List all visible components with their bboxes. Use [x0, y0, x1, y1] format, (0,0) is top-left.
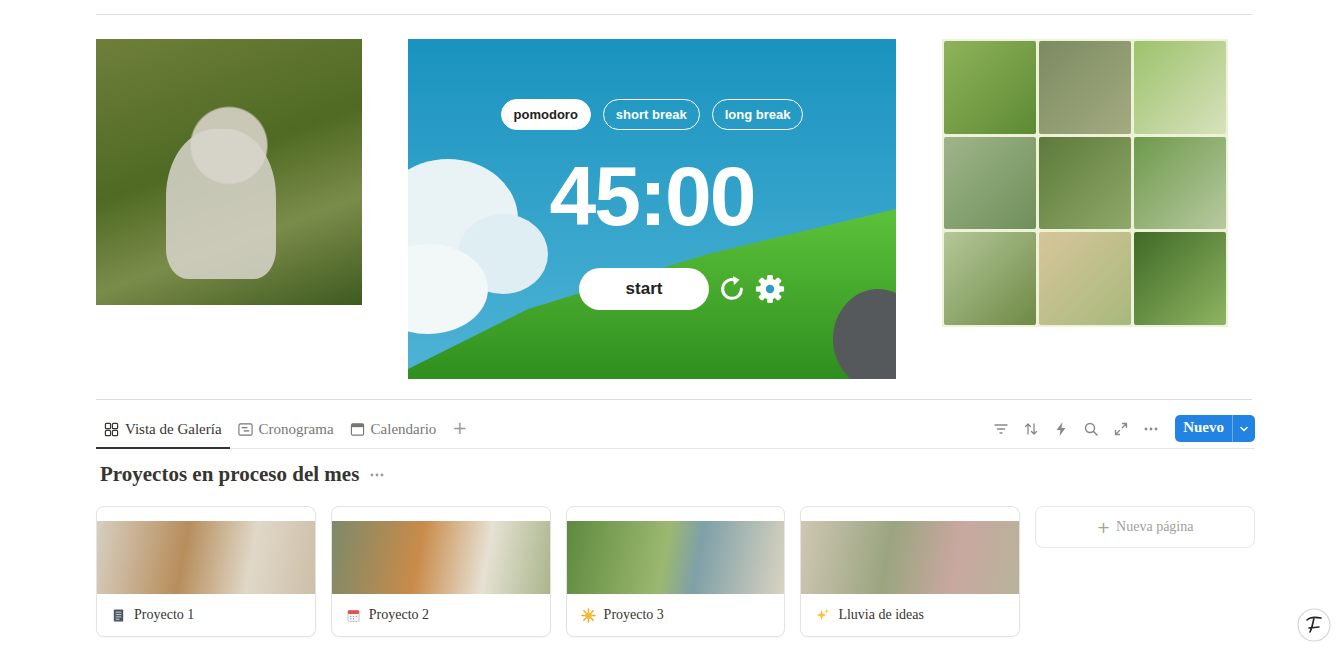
database-title[interactable]: Proyectos en proceso del mes [100, 461, 359, 488]
mosaic-tile [1039, 41, 1131, 134]
new-page-label: Nueva página [1116, 519, 1193, 535]
toolbar: Nuevo [993, 415, 1255, 448]
page: pomodoro short break long break 45:00 start V… [0, 0, 1342, 669]
timeline-icon [238, 422, 253, 437]
chevron-down-icon[interactable] [1238, 423, 1250, 435]
view-tab[interactable]: Vista de Galería [96, 415, 230, 449]
divider [96, 14, 1252, 15]
mosaic-tile [1039, 137, 1131, 230]
sun-icon [581, 608, 596, 623]
sparkles-icon [815, 608, 830, 623]
card-title: Lluvia de ideas [838, 607, 924, 623]
card-body: Proyecto 2 [332, 594, 550, 636]
reset-icon[interactable] [717, 274, 747, 304]
database-title-row: Proyectos en proceso del mes [96, 461, 1255, 488]
media-row: pomodoro short break long break 45:00 start [96, 39, 1255, 379]
calendar-icon [346, 608, 361, 623]
search-icon[interactable] [1083, 421, 1099, 437]
new-dropdown-button[interactable] [1232, 415, 1255, 442]
help-button[interactable] [1296, 607, 1332, 643]
new-button-label[interactable]: Nuevo [1175, 415, 1232, 442]
timer-display: 45:00 [550, 154, 755, 238]
view-bar: Vista de Galería Cronograma Calendario + Nue… [96, 415, 1255, 449]
gallery-card[interactable]: Proyecto 3 [566, 506, 786, 637]
gallery-card[interactable]: Proyecto 2 [331, 506, 551, 637]
mode-tab[interactable]: pomodoro [501, 99, 591, 130]
timer-controls: start [579, 268, 785, 310]
gear-icon[interactable] [755, 274, 785, 304]
notepad-icon [111, 608, 126, 623]
card-cover [567, 521, 785, 594]
mosaic-tile [1134, 232, 1226, 325]
mosaic-tile [944, 137, 1036, 230]
view-label: Cronograma [259, 421, 334, 438]
more-icon[interactable] [369, 467, 385, 483]
card-body: Proyecto 3 [567, 594, 785, 636]
calendar-icon [350, 422, 365, 437]
mode-tabs: pomodoro short break long break [501, 99, 804, 130]
start-button[interactable]: start [579, 268, 709, 310]
plus-symbol: + [1097, 518, 1110, 537]
card-title: Proyecto 3 [604, 607, 664, 623]
gallery-card[interactable]: Lluvia de ideas [800, 506, 1020, 637]
lightning-icon[interactable] [1053, 421, 1069, 437]
card-cover [332, 521, 550, 594]
statue-photo [96, 39, 362, 305]
view-tab[interactable]: Cronograma [230, 415, 342, 449]
mosaic-tile [1134, 137, 1226, 230]
card-cover [801, 521, 1019, 594]
view-label: Calendario [371, 421, 437, 438]
mode-tab[interactable]: short break [603, 99, 700, 130]
card-cover [97, 521, 315, 594]
mosaic-tile [944, 41, 1036, 134]
pomodoro-widget: pomodoro short break long break 45:00 start [408, 39, 896, 379]
mosaic-tile [944, 232, 1036, 325]
expand-icon[interactable] [1113, 421, 1129, 437]
view-label: Vista de Galería [125, 421, 222, 438]
mosaic-tile [1134, 41, 1226, 134]
divider [96, 399, 1252, 400]
more-icon[interactable] [1143, 421, 1159, 437]
gallery-icon [104, 422, 119, 437]
card-title: Proyecto 1 [134, 607, 194, 623]
gallery-card[interactable]: Proyecto 1 [96, 506, 316, 637]
sort-icon[interactable] [1023, 421, 1039, 437]
filter-icon[interactable] [993, 421, 1009, 437]
mosaic-tile [1039, 232, 1131, 325]
new-page-card[interactable]: + Nueva página [1035, 506, 1255, 548]
mode-tab[interactable]: long break [712, 99, 804, 130]
gallery: Proyecto 1 Proyecto 2 Proyecto 3 Lluvia de … [96, 506, 1255, 637]
card-title: Proyecto 2 [369, 607, 429, 623]
view-tabs: Vista de Galería Cronograma Calendario + [96, 415, 475, 448]
fairy-mosaic [942, 39, 1228, 327]
view-tab[interactable]: Calendario [342, 415, 445, 449]
new-button[interactable]: Nuevo [1175, 415, 1255, 442]
add-view-button[interactable]: + [444, 417, 475, 446]
card-body: Lluvia de ideas [801, 594, 1019, 636]
card-body: Proyecto 1 [97, 594, 315, 636]
help-icon[interactable] [1296, 607, 1332, 643]
